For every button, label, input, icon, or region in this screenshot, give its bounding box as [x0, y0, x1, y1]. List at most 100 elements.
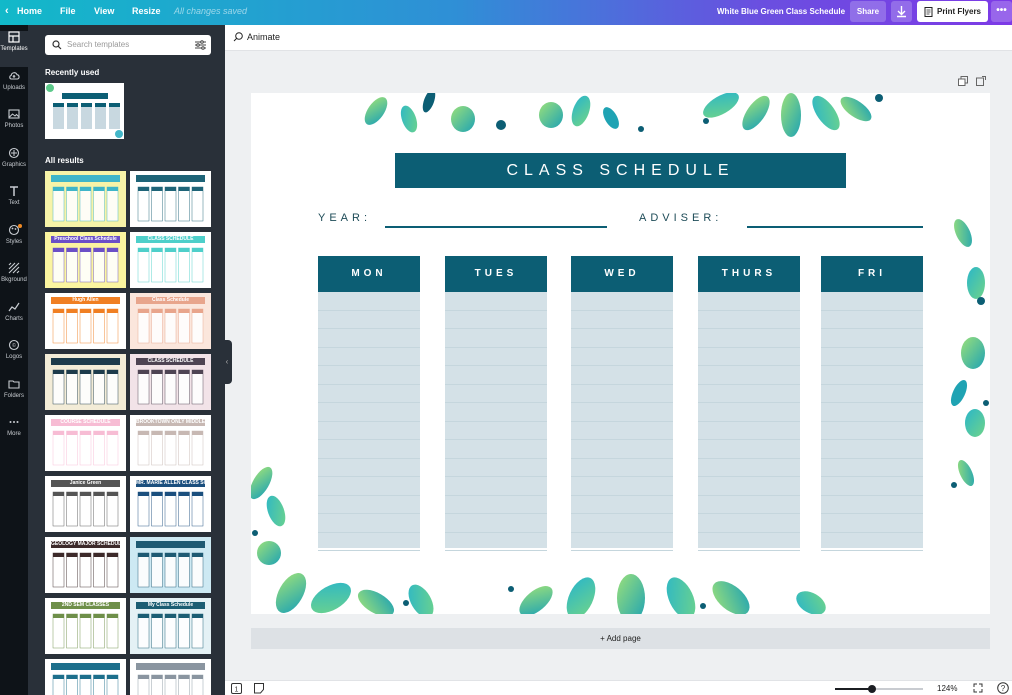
schedule-cell[interactable]	[698, 366, 800, 385]
schedule-cell[interactable]	[821, 403, 923, 422]
schedule-cell[interactable]	[445, 496, 547, 514]
day-column-thurs[interactable]: THURS	[698, 256, 800, 551]
rail-item-uploads[interactable]: Uploads	[0, 70, 28, 106]
schedule-cell[interactable]	[571, 403, 673, 422]
schedule-cell[interactable]	[571, 514, 673, 533]
document-name[interactable]: White Blue Green Class Schedule	[717, 7, 845, 16]
schedule-cell[interactable]	[445, 403, 547, 422]
home-button[interactable]: Home	[17, 6, 42, 16]
schedule-cell[interactable]	[698, 385, 800, 403]
day-column-wed[interactable]: WED	[571, 256, 673, 551]
schedule-cell[interactable]	[571, 533, 673, 551]
duplicate-page-icon[interactable]	[958, 76, 968, 86]
day-header[interactable]: THURS	[698, 256, 800, 292]
view-menu[interactable]: View	[94, 6, 114, 16]
schedule-cell[interactable]	[571, 366, 673, 385]
schedule-cell[interactable]	[445, 329, 547, 348]
collapse-panel-handle[interactable]: ‹	[222, 340, 232, 384]
template-thumbnail[interactable]: Preschool Class Schedule	[45, 232, 126, 288]
schedule-cell[interactable]	[698, 348, 800, 366]
search-templates-input[interactable]: Search templates	[45, 35, 211, 55]
fullscreen-icon[interactable]	[973, 683, 983, 693]
schedule-cell[interactable]	[821, 329, 923, 348]
template-thumbnail[interactable]	[130, 659, 211, 695]
template-thumbnail[interactable]	[130, 537, 211, 593]
help-icon[interactable]: ?	[997, 682, 1009, 694]
schedule-cell[interactable]	[698, 311, 800, 329]
schedule-cell[interactable]	[698, 459, 800, 477]
schedule-cell[interactable]	[445, 385, 547, 403]
schedule-cell[interactable]	[318, 496, 420, 514]
schedule-cell[interactable]	[571, 440, 673, 459]
schedule-cell[interactable]	[445, 477, 547, 496]
schedule-cell[interactable]	[445, 533, 547, 551]
rail-item-graphics[interactable]: Graphics	[0, 147, 28, 183]
schedule-cell[interactable]	[821, 477, 923, 496]
schedule-cell[interactable]	[318, 533, 420, 551]
template-thumbnail[interactable]: BROOKTOWN ONLY MIDDLE SCHOOL	[130, 415, 211, 471]
schedule-cell[interactable]	[445, 440, 547, 459]
template-thumbnail[interactable]: Hugh Allen	[45, 293, 126, 349]
schedule-cell[interactable]	[821, 366, 923, 385]
schedule-cell[interactable]	[698, 533, 800, 551]
schedule-cell[interactable]	[571, 292, 673, 311]
schedule-cell[interactable]	[821, 422, 923, 440]
schedule-cell[interactable]	[318, 422, 420, 440]
template-thumbnail[interactable]: COURSE SCHEDULE	[45, 415, 126, 471]
schedule-cell[interactable]	[445, 514, 547, 533]
day-column-tues[interactable]: TUES	[445, 256, 547, 551]
template-thumbnail[interactable]: CLASS SCHEDULE	[130, 354, 211, 410]
filter-icon[interactable]	[195, 40, 206, 50]
day-header[interactable]: TUES	[445, 256, 547, 292]
schedule-cell[interactable]	[445, 422, 547, 440]
rail-item-bkground[interactable]: Bkground	[0, 262, 28, 298]
rail-item-styles[interactable]: Styles	[0, 223, 28, 260]
schedule-cell[interactable]	[821, 459, 923, 477]
schedule-cell[interactable]	[571, 477, 673, 496]
schedule-cell[interactable]	[821, 385, 923, 403]
share-button[interactable]: Share	[850, 1, 886, 22]
schedule-cell[interactable]	[318, 292, 420, 311]
template-thumbnail[interactable]: MR. MARIE ALLEN CLASS SCHEDULE	[130, 476, 211, 532]
day-header[interactable]: FRI	[821, 256, 923, 292]
template-thumbnail[interactable]: Class Schedule	[130, 293, 211, 349]
schedule-cell[interactable]	[571, 496, 673, 514]
schedule-cell[interactable]	[698, 422, 800, 440]
schedule-cell[interactable]	[821, 292, 923, 311]
schedule-cell[interactable]	[318, 385, 420, 403]
schedule-cell[interactable]	[821, 496, 923, 514]
day-column-mon[interactable]: MON	[318, 256, 420, 551]
adviser-label[interactable]: ADVISER:	[639, 212, 722, 224]
schedule-cell[interactable]	[318, 477, 420, 496]
template-thumbnail[interactable]: GEOLOGY MAJOR SCHEDULE	[45, 537, 126, 593]
schedule-cell[interactable]	[698, 477, 800, 496]
schedule-cell[interactable]	[318, 514, 420, 533]
schedule-cell[interactable]	[821, 440, 923, 459]
template-thumbnail[interactable]	[45, 354, 126, 410]
resize-menu[interactable]: Resize	[132, 6, 161, 16]
day-header[interactable]: MON	[318, 256, 420, 292]
template-thumbnail[interactable]	[45, 171, 126, 227]
schedule-cell[interactable]	[318, 459, 420, 477]
schedule-cell[interactable]	[698, 496, 800, 514]
download-button[interactable]	[891, 1, 912, 22]
notes-icon[interactable]	[254, 683, 264, 694]
schedule-cell[interactable]	[318, 366, 420, 385]
schedule-cell[interactable]	[698, 329, 800, 348]
rail-item-text[interactable]: Text	[0, 185, 28, 221]
schedule-cell[interactable]	[698, 440, 800, 459]
schedule-cell[interactable]	[698, 514, 800, 533]
rail-item-photos[interactable]: Photos	[0, 108, 28, 144]
schedule-cell[interactable]	[318, 348, 420, 366]
zoom-level[interactable]: 124%	[937, 684, 957, 693]
recent-template-thumbnail[interactable]	[45, 83, 124, 139]
schedule-cell[interactable]	[571, 422, 673, 440]
schedule-cell[interactable]	[445, 348, 547, 366]
template-thumbnail[interactable]	[130, 171, 211, 227]
animate-button[interactable]: Animate	[233, 32, 280, 42]
schedule-cell[interactable]	[821, 348, 923, 366]
template-thumbnail[interactable]: Janice Green	[45, 476, 126, 532]
schedule-cell[interactable]	[571, 459, 673, 477]
schedule-cell[interactable]	[445, 292, 547, 311]
schedule-cell[interactable]	[318, 403, 420, 422]
